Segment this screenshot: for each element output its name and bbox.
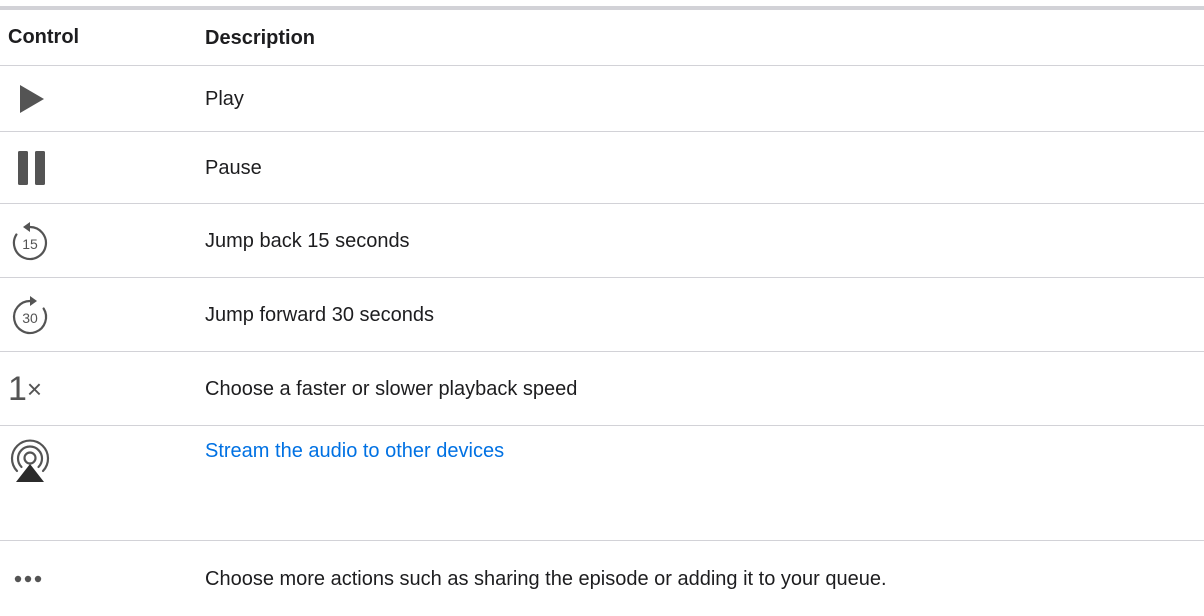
control-cell: [0, 77, 205, 121]
skip-back-15-icon: 15: [8, 219, 52, 263]
skip-back-value: 15: [22, 236, 38, 252]
airplay-audio-icon: [8, 438, 52, 482]
description-cell: Jump back 15 seconds: [205, 229, 410, 252]
description-cell: Play: [205, 87, 244, 110]
more-actions-icon: [8, 557, 52, 601]
table-header-row: Control Description: [0, 10, 1204, 66]
description-cell: Choose a faster or slower playback speed: [205, 377, 578, 400]
column-header-control: Control: [8, 26, 80, 48]
control-cell: 15: [0, 219, 205, 263]
table-row: 30 Jump forward 30 seconds: [0, 278, 1204, 352]
table-row: Pause: [0, 132, 1204, 204]
control-cell: [0, 438, 205, 482]
description-cell: Pause: [205, 156, 262, 179]
control-cell: 1×: [0, 369, 205, 409]
pause-icon: [8, 146, 52, 190]
column-header-description: Description: [205, 26, 316, 49]
speed-suffix: ×: [26, 373, 43, 404]
playback-speed-icon: 1×: [8, 369, 42, 409]
skip-forward-30-icon: 30: [8, 293, 52, 337]
table-row: Play: [0, 66, 1204, 132]
table-row: Choose more actions such as sharing the …: [0, 541, 1204, 616]
description-cell: Jump forward 30 seconds: [205, 303, 435, 326]
stream-audio-link[interactable]: Stream the audio to other devices: [205, 438, 1204, 464]
description-cell: Choose more actions such as sharing the …: [205, 567, 887, 590]
speed-value: 1: [8, 369, 27, 408]
table-row: 1× Choose a faster or slower playback sp…: [0, 352, 1204, 426]
table-row: Stream the audio to other devices: [0, 426, 1204, 541]
control-cell: [0, 146, 205, 190]
table-row: 15 Jump back 15 seconds: [0, 204, 1204, 278]
controls-table: Control Description Play Pause 15 Jump b…: [0, 6, 1204, 616]
control-cell: [0, 557, 205, 601]
skip-forward-value: 30: [22, 310, 38, 326]
control-cell: 30: [0, 293, 205, 337]
play-icon: [8, 77, 52, 121]
